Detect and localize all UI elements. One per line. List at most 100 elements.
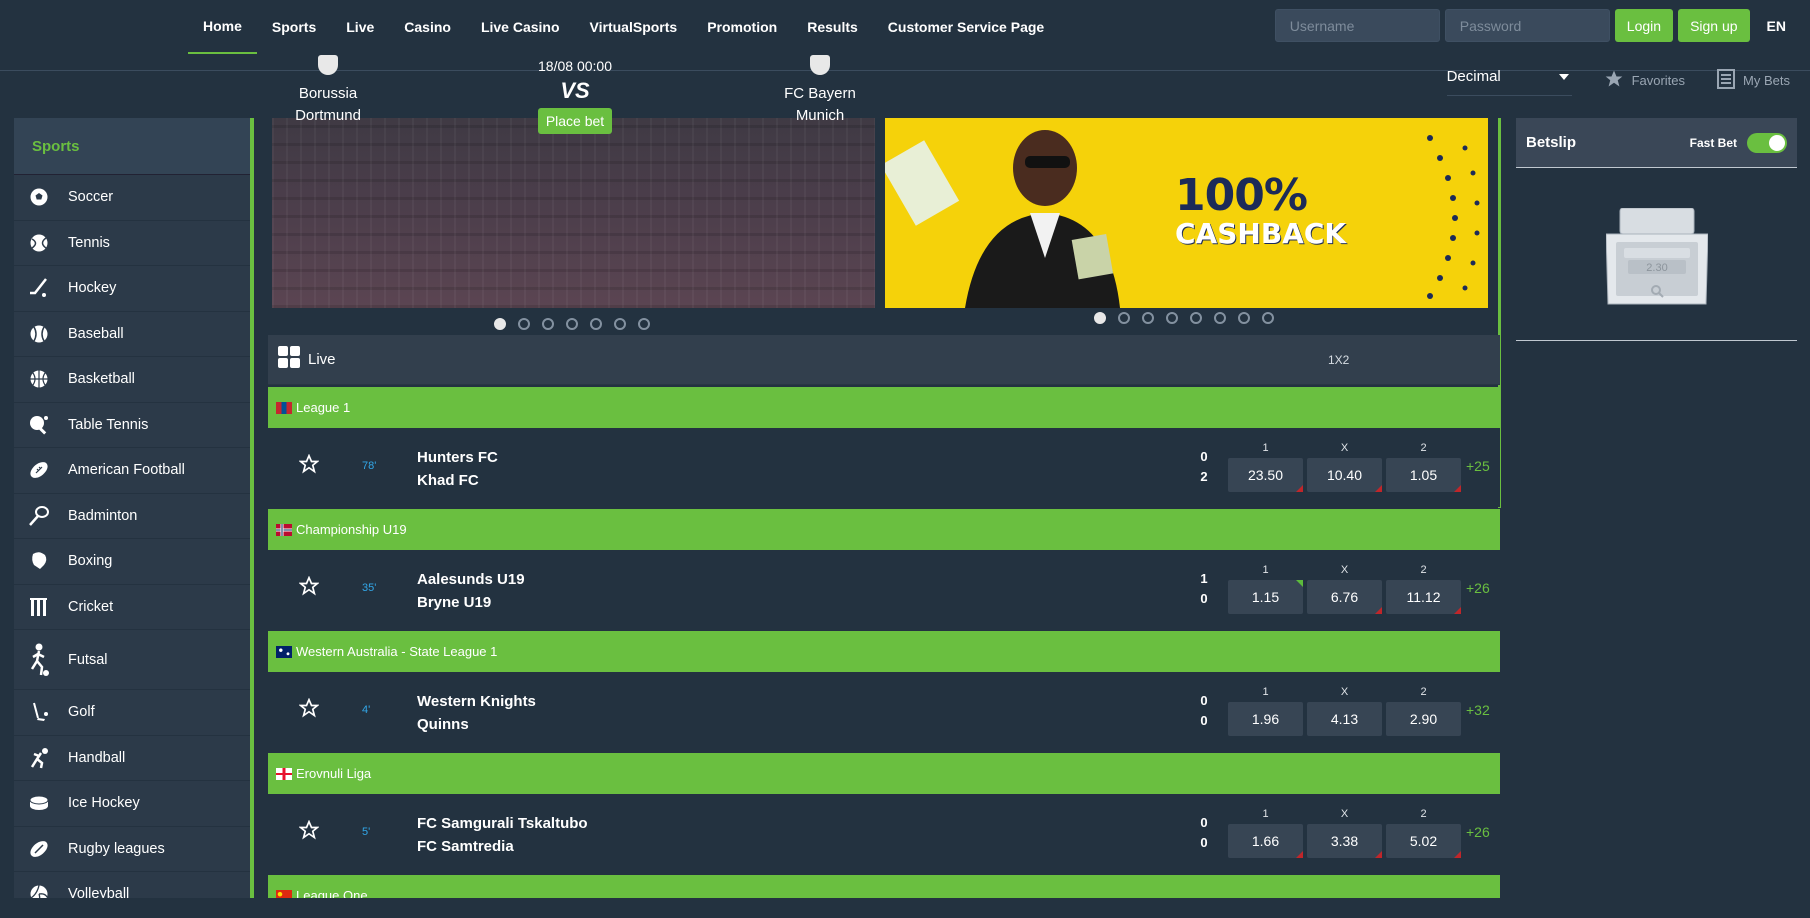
cricket-icon [28,596,50,618]
star-icon[interactable] [298,575,320,601]
odd-button-1[interactable]: 23.50 [1228,458,1303,492]
nav-home[interactable]: Home [188,0,257,54]
nav-results[interactable]: Results [792,0,873,54]
nav-virtual-sports[interactable]: VirtualSports [575,0,693,54]
odd-button-x[interactable]: 6.76 [1307,580,1382,614]
odd-button-1[interactable]: 1.15 [1228,580,1303,614]
odd-button-x[interactable]: 3.38 [1307,824,1382,858]
odd-button-2[interactable]: 1.05 [1386,458,1461,492]
slide-dot[interactable] [1166,312,1178,324]
odd-value: 1.05 [1409,467,1438,483]
odds-format-select[interactable]: Decimal [1446,64,1572,96]
odd-label: 2 [1420,564,1427,576]
home-score: 0 [1200,693,1208,708]
slide-dot[interactable] [1142,312,1154,324]
odd-label: X [1340,442,1349,454]
signup-button[interactable]: Sign up [1678,9,1750,42]
league-header[interactable]: Western Australia - State League 1 [268,631,1500,672]
slide-dot[interactable] [1214,312,1226,324]
odd-button-2[interactable]: 11.12 [1386,580,1461,614]
stadium-background [272,118,875,308]
sidebar-item-volleyball[interactable]: Volleyball [14,872,250,898]
more-markets-link[interactable]: +32 [1466,702,1490,718]
sidebar-item-hockey[interactable]: Hockey [14,266,250,312]
password-input[interactable] [1444,9,1610,42]
more-markets-link[interactable]: +25 [1466,458,1490,474]
odd-button-1[interactable]: 1.66 [1228,824,1303,858]
sidebar-item-handball[interactable]: Handball [14,736,250,781]
match-teams[interactable]: Western Knights Quinns [417,690,536,736]
odds-down-icon [1296,851,1303,858]
league-header[interactable]: Championship U19 [268,509,1500,550]
sidebar-item-rugby-leagues[interactable]: Rugby leagues [14,827,250,872]
league-header[interactable]: Erovnuli Liga [268,753,1500,794]
league-header[interactable]: League 1 [268,387,1500,428]
more-markets-link[interactable]: +26 [1466,580,1490,596]
slide-dot[interactable] [494,318,506,330]
star-icon[interactable] [298,819,320,845]
slide-dot[interactable] [1118,312,1130,324]
odd-label: 1 [1262,564,1269,576]
sidebar-item-badminton[interactable]: Badminton [14,494,250,539]
my-bets-link[interactable]: My Bets [1717,68,1790,92]
nav-sports[interactable]: Sports [257,0,331,54]
sidebar-item-soccer[interactable]: Soccer [14,175,250,221]
away-crest-icon [810,55,830,75]
baseball-icon [28,323,50,345]
username-input[interactable] [1274,9,1440,42]
match-teams[interactable]: Hunters FC Khad FC [417,446,498,492]
sidebar-item-baseball[interactable]: Baseball [14,312,250,357]
odd-button-x[interactable]: 10.40 [1307,458,1382,492]
live-header: Live 1X2 [268,335,1500,385]
odd-button-1[interactable]: 1.96 [1228,702,1303,736]
slide-dot[interactable] [1190,312,1202,324]
sidebar-item-ice-hockey[interactable]: Ice Hockey [14,781,250,827]
nav-live-casino[interactable]: Live Casino [466,0,575,54]
sidebar-item-american-football[interactable]: American Football [14,448,250,494]
slide-dot[interactable] [638,318,650,330]
nav-customer-service[interactable]: Customer Service Page [873,0,1059,54]
place-bet-button[interactable]: Place bet [537,108,613,134]
nav-promotion[interactable]: Promotion [692,0,792,54]
fast-bet-toggle[interactable] [1747,132,1787,153]
slide-dot[interactable] [614,318,626,330]
sidebar-item-cricket[interactable]: Cricket [14,585,250,630]
league-name: League 1 [296,400,351,415]
sidebar-item-boxing[interactable]: Boxing [14,539,250,585]
sidebar-item-table-tennis[interactable]: Table Tennis [14,403,250,448]
nav-live[interactable]: Live [331,0,389,54]
star-icon[interactable] [298,453,320,479]
basketball-icon [28,368,50,390]
league-header[interactable]: League One [268,875,1500,898]
slide-dot[interactable] [542,318,554,330]
banner1-pagination [494,318,650,330]
star-icon[interactable] [298,697,320,723]
sidebar-item-golf[interactable]: Golf [14,690,250,736]
flag-icon [276,767,292,780]
language-selector[interactable]: EN [1767,18,1786,34]
slide-dot[interactable] [1238,312,1250,324]
odd-button-2[interactable]: 5.02 [1386,824,1461,858]
odds-format-value: Decimal [1446,68,1501,85]
cashback-banner[interactable]: 100% CASHBACK [885,118,1488,308]
odd-button-x[interactable]: 4.13 [1307,702,1382,736]
match-minute: 35' [362,582,377,594]
slide-dot[interactable] [518,318,530,330]
live-title: Live [308,351,336,368]
nav-casino[interactable]: Casino [389,0,466,54]
login-button[interactable]: Login [1614,9,1674,42]
slide-dot[interactable] [590,318,602,330]
sidebar-item-tennis[interactable]: Tennis [14,221,250,266]
match-teams[interactable]: Aalesunds U19 Bryne U19 [417,568,525,614]
match-teams[interactable]: FC Samgurali Tskaltubo FC Samtredia [417,812,588,858]
sidebar-item-basketball[interactable]: Basketball [14,357,250,403]
league-name: Western Australia - State League 1 [296,644,498,659]
slide-dot[interactable] [566,318,578,330]
more-markets-link[interactable]: +26 [1466,824,1490,840]
slide-dot[interactable] [1094,312,1106,324]
favorites-link[interactable]: Favorites [1604,69,1685,92]
sidebar-item-futsal[interactable]: Futsal [14,630,250,690]
slide-dot[interactable] [1262,312,1274,324]
match-banner[interactable] [272,118,875,308]
odd-button-2[interactable]: 2.90 [1386,702,1461,736]
